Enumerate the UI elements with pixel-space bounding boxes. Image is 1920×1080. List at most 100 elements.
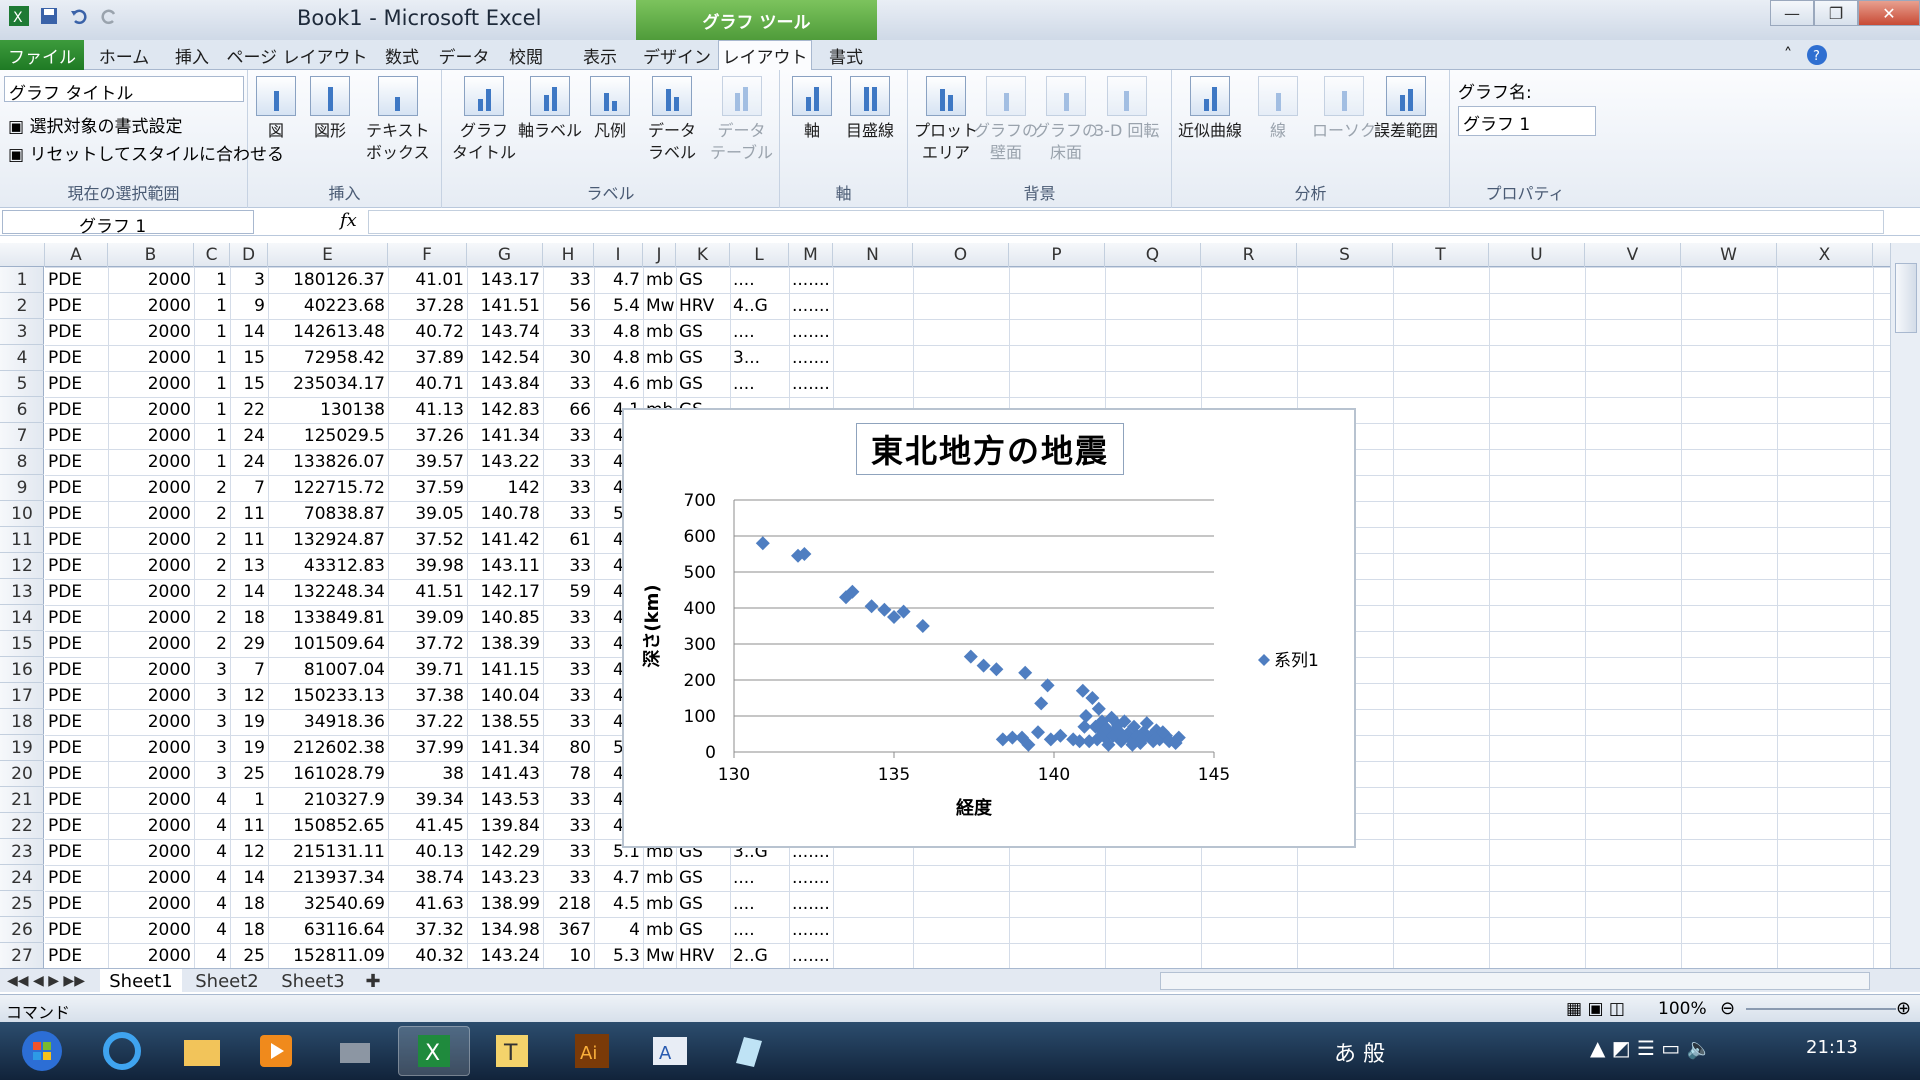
cell[interactable]: 138.55 (467, 709, 543, 735)
cell[interactable]: 59 (543, 579, 594, 605)
cell[interactable]: ....... (789, 267, 833, 293)
view-buttons[interactable]: ▦ ▣ ◫ (1566, 999, 1625, 1019)
column-header-o[interactable]: O (913, 243, 1009, 267)
row-header-24[interactable]: 24 (0, 865, 44, 891)
column-header-k[interactable]: K (676, 243, 730, 267)
cell[interactable]: 2000 (108, 501, 194, 527)
tab-design[interactable]: デザイン (640, 40, 714, 70)
cell[interactable]: ....... (789, 917, 833, 943)
column-header-r[interactable]: R (1201, 243, 1297, 267)
cell[interactable]: 33 (543, 319, 594, 345)
cell[interactable]: 4 (194, 865, 230, 891)
row-header-2[interactable]: 2 (0, 293, 44, 319)
cell[interactable]: ....... (789, 891, 833, 917)
cell[interactable]: 130138 (268, 397, 388, 423)
cell[interactable]: 33 (543, 449, 594, 475)
cell[interactable]: 41.01 (388, 267, 467, 293)
cell[interactable]: 39.05 (388, 501, 467, 527)
cell[interactable]: 4.8 (594, 345, 643, 371)
cell[interactable]: 218 (543, 891, 594, 917)
cell[interactable]: 81007.04 (268, 657, 388, 683)
cell[interactable]: 33 (543, 553, 594, 579)
chart-floor-button[interactable]: グラフの 床面 (1034, 76, 1098, 164)
cell[interactable]: 4 (594, 917, 643, 943)
cell[interactable]: 2000 (108, 891, 194, 917)
cell[interactable]: 4.7 (594, 267, 643, 293)
cell[interactable]: 66 (543, 397, 594, 423)
tab-page-layout[interactable]: ページ レイアウト (224, 40, 370, 70)
column-header-i[interactable]: I (594, 243, 643, 267)
cell[interactable]: 132924.87 (268, 527, 388, 553)
column-header-c[interactable]: C (194, 243, 230, 267)
cell[interactable]: 33 (543, 657, 594, 683)
cell[interactable]: 33 (543, 501, 594, 527)
tab-data[interactable]: データ (434, 40, 494, 70)
cell[interactable]: 37.72 (388, 631, 467, 657)
cell[interactable]: mb (643, 865, 676, 891)
cell[interactable]: 138.39 (467, 631, 543, 657)
sheet-tab-sheet1[interactable]: Sheet1 (100, 969, 182, 993)
cell[interactable]: 33 (543, 709, 594, 735)
row-header-23[interactable]: 23 (0, 839, 44, 865)
cell[interactable]: 2 (194, 553, 230, 579)
sheet-nav-arrows[interactable]: ◀◀ ◀ ▶ ▶▶ (4, 969, 88, 993)
cell[interactable]: 10 (543, 943, 594, 969)
cell[interactable]: 37.89 (388, 345, 467, 371)
row-header-4[interactable]: 4 (0, 345, 44, 371)
row-header-16[interactable]: 16 (0, 657, 44, 683)
cell[interactable]: GS (676, 371, 730, 397)
cell[interactable]: 33 (543, 683, 594, 709)
cell[interactable]: 2000 (108, 865, 194, 891)
cell[interactable]: 18 (230, 891, 268, 917)
row-header-26[interactable]: 26 (0, 917, 44, 943)
cell[interactable]: mb (643, 345, 676, 371)
cell[interactable]: Mw (643, 293, 676, 319)
cell[interactable]: 2000 (108, 709, 194, 735)
cell[interactable]: 3 (194, 761, 230, 787)
minimize-button[interactable]: — (1770, 0, 1814, 26)
cell[interactable]: 33 (543, 865, 594, 891)
legend-button[interactable]: 凡例 (590, 76, 630, 142)
cell[interactable]: 141.42 (467, 527, 543, 553)
cell[interactable]: PDE (45, 813, 108, 839)
row-header-8[interactable]: 8 (0, 449, 44, 475)
cell[interactable]: 38 (388, 761, 467, 787)
cell[interactable]: 140.85 (467, 605, 543, 631)
cell[interactable]: 143.84 (467, 371, 543, 397)
cell[interactable]: 5.4 (594, 293, 643, 319)
row-header-25[interactable]: 25 (0, 891, 44, 917)
cell[interactable]: 1 (194, 293, 230, 319)
cell[interactable]: GS (676, 891, 730, 917)
cell[interactable]: 125029.5 (268, 423, 388, 449)
cell[interactable]: 2000 (108, 423, 194, 449)
cell[interactable]: 37.59 (388, 475, 467, 501)
cell[interactable]: 12 (230, 839, 268, 865)
cell[interactable]: 33 (543, 423, 594, 449)
select-all-corner[interactable] (0, 243, 45, 267)
cell[interactable]: 70838.87 (268, 501, 388, 527)
cell[interactable]: 2000 (108, 735, 194, 761)
excel-taskbar-icon[interactable]: X (398, 1026, 470, 1076)
cell[interactable]: ....... (789, 319, 833, 345)
cell[interactable]: PDE (45, 917, 108, 943)
data-labels-button[interactable]: データ ラベル (648, 76, 696, 164)
clock[interactable]: 21:13 (1806, 1037, 1858, 1058)
cell[interactable]: 1 (194, 319, 230, 345)
cell[interactable]: 2 (194, 501, 230, 527)
cell[interactable]: 33 (543, 267, 594, 293)
cell[interactable]: 7 (230, 475, 268, 501)
cell[interactable]: 143.22 (467, 449, 543, 475)
cell[interactable]: 212602.38 (268, 735, 388, 761)
cell[interactable]: 32540.69 (268, 891, 388, 917)
row-header-13[interactable]: 13 (0, 579, 44, 605)
error-bars-button[interactable]: 誤差範囲 (1374, 76, 1438, 142)
reset-style-button[interactable]: ▣ リセットしてスタイルに合わせる (8, 140, 284, 165)
cell[interactable]: 3 (194, 657, 230, 683)
cell[interactable]: 132248.34 (268, 579, 388, 605)
scatter-chart[interactable]: 東北地方の地震 0 100 200 300 400 500 600 700 130 135 140 1… (622, 408, 1356, 848)
scroll-thumb[interactable] (1895, 263, 1917, 333)
cell[interactable]: 39.57 (388, 449, 467, 475)
cell[interactable]: 18 (230, 605, 268, 631)
cell[interactable]: 143.53 (467, 787, 543, 813)
cell[interactable]: 141.34 (467, 423, 543, 449)
